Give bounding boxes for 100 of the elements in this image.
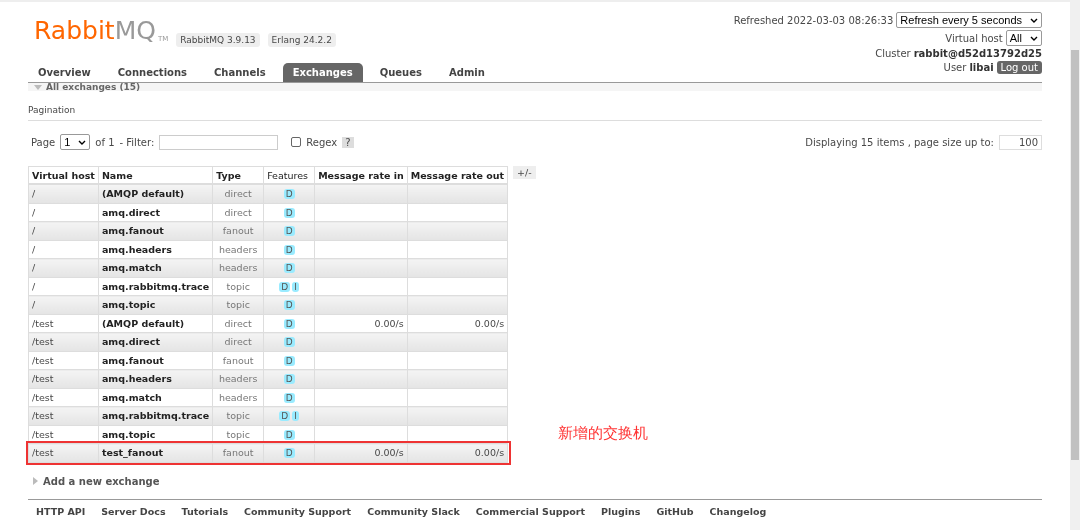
version-badge: RabbitMQ 3.9.13 [176,33,260,47]
table-cell: /test [28,314,99,333]
table-cell: / [28,240,99,259]
table-cell: /test [28,425,99,444]
add-exchange-link[interactable]: Add a new exchange [43,475,160,487]
rate-out: 0.00/s [474,447,505,459]
exchange-link[interactable]: (AMQP default) [98,314,213,333]
footer-link[interactable]: Tutorials [181,505,229,517]
nav-tab[interactable]: Queues [369,63,432,82]
feature-badge: D [283,448,295,459]
footer-link[interactable]: Community Slack [367,505,460,517]
page-label: Page [31,136,56,148]
table-row[interactable]: / amq.rabbitmq.trace topic D I [28,277,508,296]
exchange-link[interactable]: amq.match [98,388,213,407]
nav-tab[interactable]: Channels [204,63,276,82]
footer-link[interactable]: Plugins [601,505,641,517]
table-cell: /test [28,388,99,407]
exchange-link[interactable]: amq.direct [98,203,213,222]
nav-tab[interactable]: Connections [107,63,197,82]
feature-badge: D [283,226,295,237]
toggle-icon[interactable] [34,84,42,90]
chevron-down-icon [78,139,87,145]
feature-badge: D [283,189,295,200]
feature-badge: D [279,281,291,292]
footer-link[interactable]: Community Support [244,505,352,517]
pagination-heading: Pagination [28,105,1042,121]
table-row[interactable]: /test amq.fanout fanout D [28,351,508,370]
help-button[interactable]: ? [342,136,354,148]
footer-link[interactable]: Server Docs [101,505,166,517]
table-cell: /test [28,351,99,370]
nav-tab[interactable]: Exchanges [282,63,363,82]
scrollbar[interactable] [1070,0,1080,530]
logout-button[interactable]: Log out [996,61,1042,74]
table-cell: / [28,277,99,296]
feature-badge: D [283,374,295,385]
table-row[interactable]: / amq.headers headers D [28,240,508,259]
table-row[interactable]: / (AMQP default) direct D [28,184,508,203]
table-row[interactable]: /test amq.rabbitmq.trace topic D I [28,406,508,425]
table-row[interactable]: /test amq.direct direct D [28,332,508,351]
regex-checkbox[interactable] [291,137,302,147]
table-row[interactable]: / amq.topic topic D [28,295,508,314]
page-select[interactable]: 1 [60,134,91,150]
version-badge: Erlang 24.2.2 [267,33,336,47]
cluster-label: Cluster [875,48,911,59]
nav-tab[interactable]: Overview [28,63,101,82]
feature-badge: D [279,411,291,422]
nav-tab[interactable]: Admin [439,63,495,82]
feature-badge: I [292,281,299,292]
table-row[interactable]: / amq.match headers D [28,258,508,277]
footer-link[interactable]: Commercial Support [475,505,585,517]
chevron-down-icon [1030,17,1038,23]
user-label: User [943,62,967,73]
table-row[interactable]: /test (AMQP default) direct D 0.00/s 0.00/s [28,314,508,333]
feature-badge: D [283,207,295,218]
toggle-icon[interactable] [33,477,38,485]
feature-badge: D [283,318,295,329]
footer-link[interactable]: GitHub [656,505,694,517]
feature-badge: D [283,244,295,255]
table-cell: direct [212,203,264,222]
feature-badge: I [292,411,299,422]
rate-in: 0.00/s [374,447,404,459]
rate-out: 0.00/s [474,317,505,329]
refreshed-label: Refreshed 2022-03-03 08:26:33 [733,14,894,26]
page-count: of 1 [95,136,115,148]
feature-badge: D [283,300,295,311]
page-size-input[interactable]: 100 [999,134,1042,150]
exchange-link[interactable]: amq.rabbitmq.trace [98,277,213,296]
feature-badge: D [283,263,295,274]
refresh-select[interactable]: Refresh every 5 seconds [896,12,1042,28]
table-row[interactable]: /test amq.match headers D [28,388,508,407]
displaying-label: Displaying 15 items , page size up to: [805,136,994,148]
table-cell: fanout [212,351,264,370]
rate-in: 0.00/s [374,317,404,329]
table-row[interactable]: /test test_fanout fanout D 0.00/s 0.00/s [28,443,508,462]
table-row[interactable]: /test amq.topic topic D [28,425,508,444]
feature-badge: D [283,429,295,440]
table-cell: headers [212,240,264,259]
chevron-down-icon [1030,35,1038,41]
table-row[interactable]: / amq.fanout fanout D [28,221,508,240]
regex-label: Regex [306,136,338,148]
feature-badge: D [283,392,295,403]
vhost-label: Virtual host [945,32,1003,44]
table-cell: topic [212,425,264,444]
column-toggle-button[interactable]: +/- [513,166,536,179]
exchange-link[interactable]: amq.topic [98,425,213,444]
table-cell: topic [212,277,264,296]
feature-badge: D [283,355,295,366]
footer-link[interactable]: Changelog [709,505,767,517]
vhost-select[interactable]: All [1005,30,1042,46]
user-name: libai [969,62,994,73]
table-row[interactable]: / amq.direct direct D [28,203,508,222]
section-title[interactable]: All exchanges (15) [46,83,141,91]
exchange-link[interactable]: amq.fanout [98,351,213,370]
feature-badge: D [283,337,295,348]
table-cell: / [28,203,99,222]
footer-link[interactable]: HTTP API [36,505,86,517]
table-cell: direct [212,314,264,333]
table-row[interactable]: /test amq.headers headers D [28,369,508,388]
filter-input[interactable] [159,134,279,150]
exchange-link[interactable]: amq.headers [98,240,213,259]
